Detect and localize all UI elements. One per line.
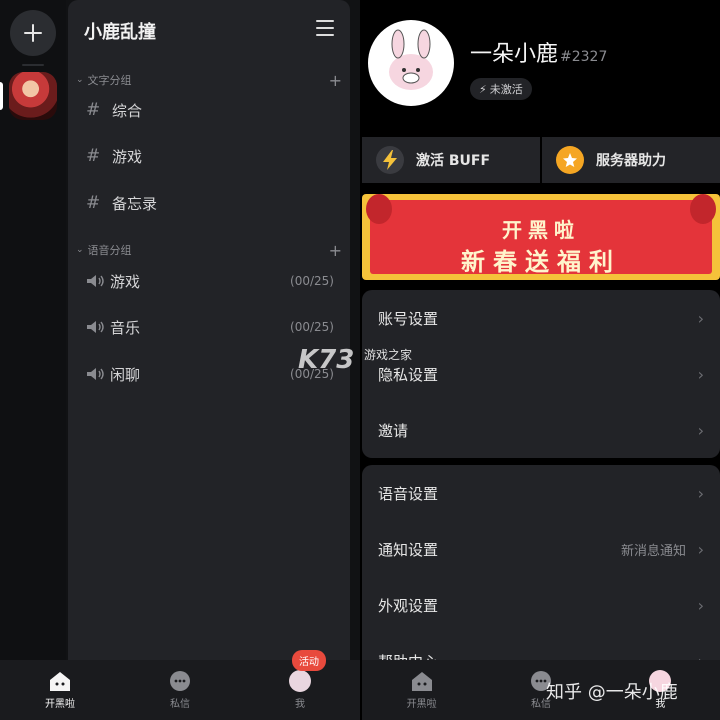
chevron-down-icon: ⌄	[76, 75, 84, 85]
active-server-indicator	[0, 82, 3, 110]
chevron-right-icon: ›	[697, 595, 704, 615]
hash-icon: #	[86, 146, 101, 166]
row-label: 通知设置	[378, 540, 439, 559]
activity-badge[interactable]: 活动	[292, 650, 326, 671]
nav-dm[interactable]: 私信	[120, 660, 240, 720]
settings-card-2: 语音设置 › 通知设置 新消息通知 › 外观设置 › 帮助中心 ›	[362, 465, 720, 660]
status-text: 未激活	[489, 83, 523, 96]
action-row: 激活 BUFF 服务器助力	[362, 137, 720, 183]
screenshot-root: 小鹿乱撞 ⌄ 文字分组 + # 综合 # 游戏 # 备忘录 ⌄ 语音分组 + 游…	[0, 0, 720, 720]
row-value: 新消息通知	[620, 543, 686, 559]
voice-channel-item[interactable]: 音乐 (00/25)	[86, 312, 336, 342]
server-rail	[0, 0, 66, 660]
profile-view: 一朵小鹿 #2327 ⚡ 未激活 激活 BUFF 服务器助力 开黑啦 新春送福利…	[362, 0, 720, 720]
bottom-nav: 开黑啦 私信 活动 我	[0, 650, 360, 720]
activate-buff-button[interactable]: 激活 BUFF	[362, 137, 540, 183]
status-badge[interactable]: ⚡ 未激活	[470, 78, 532, 100]
channel-label: 音乐	[110, 318, 141, 337]
activate-buff-label: 激活 BUFF	[416, 153, 491, 169]
nav-me-label: 我	[295, 699, 305, 710]
banner-title: 开黑啦	[502, 218, 580, 242]
nav-home[interactable]: 开黑啦	[362, 660, 481, 720]
channel-list-pane: 小鹿乱撞 ⌄ 文字分组 + # 综合 # 游戏 # 备忘录 ⌄ 语音分组 + 游…	[68, 0, 350, 660]
add-server-button[interactable]	[10, 10, 56, 56]
channel-item[interactable]: # 游戏	[86, 141, 336, 171]
username-text: 一朵小鹿	[470, 42, 559, 67]
channel-label: 备忘录	[112, 194, 158, 213]
voice-channel-item[interactable]: 游戏 (00/25)	[86, 266, 336, 296]
row-label: 帮助中心	[378, 651, 438, 661]
voice-settings-row[interactable]: 语音设置 ›	[362, 465, 720, 521]
profile-avatar[interactable]	[368, 20, 454, 106]
zhihu-watermark: 知乎 @一朵小鹿	[546, 682, 678, 703]
add-channel-icon[interactable]: +	[329, 71, 342, 90]
hash-icon: #	[86, 193, 101, 213]
channel-label: 闲聊	[110, 365, 141, 384]
banner-inner: 开黑啦 新春送福利	[366, 194, 716, 276]
nav-home[interactable]: 开黑啦	[0, 660, 120, 720]
row-label: 外观设置	[378, 596, 439, 615]
voice-group-header[interactable]: ⌄ 语音分组 +	[76, 241, 342, 260]
nav-dm-label: 私信	[170, 699, 190, 710]
row-label: 隐私设置	[378, 365, 439, 384]
nav-home-label: 开黑啦	[45, 699, 75, 710]
row-label: 邀请	[378, 421, 409, 440]
nav-me[interactable]: 活动 我	[240, 650, 360, 720]
k73-watermark: K73	[298, 345, 355, 375]
hash-icon: #	[86, 100, 101, 120]
text-group-label: 文字分组	[87, 74, 132, 87]
invite-row[interactable]: 邀请 ›	[362, 402, 720, 458]
chevron-right-icon: ›	[697, 483, 704, 503]
text-group-header[interactable]: ⌄ 文字分组 +	[76, 71, 342, 90]
chat-bubble-icon	[168, 670, 192, 692]
rail-divider	[22, 64, 44, 66]
chevron-right-icon: ›	[697, 308, 704, 328]
add-channel-icon[interactable]: +	[329, 241, 342, 260]
server-boost-button[interactable]: 服务器助力	[542, 137, 720, 183]
k73-watermark-subtitle: 游戏之家	[364, 348, 413, 362]
server-title[interactable]: 小鹿乱撞	[84, 18, 156, 44]
speaker-icon	[87, 368, 104, 380]
speaker-icon	[87, 275, 104, 287]
chevron-right-icon: ›	[698, 652, 704, 661]
privacy-settings-row[interactable]: 隐私设置 ›	[362, 346, 720, 402]
bolt-icon: ⚡	[479, 82, 487, 96]
menu-icon[interactable]	[316, 20, 334, 36]
chevron-right-icon: ›	[697, 364, 704, 384]
server-avatar[interactable]	[9, 72, 57, 120]
home-icon	[410, 670, 434, 692]
lightning-icon	[376, 146, 404, 174]
settings-card-1: 账号设置 › 隐私设置 › 邀请 ›	[362, 290, 720, 458]
channel-label: 综合	[112, 101, 143, 120]
channel-item[interactable]: # 综合	[86, 95, 336, 125]
notification-settings-row[interactable]: 通知设置 新消息通知 ›	[362, 521, 720, 577]
home-icon	[48, 670, 72, 692]
row-label: 语音设置	[378, 484, 439, 503]
nav-home-label: 开黑啦	[406, 699, 437, 710]
row-label: 账号设置	[378, 309, 439, 328]
chevron-right-icon: ›	[697, 539, 704, 559]
channel-label: 游戏	[110, 272, 141, 291]
server-boost-label: 服务器助力	[596, 153, 666, 169]
user-avatar	[289, 670, 311, 692]
channel-label: 游戏	[112, 147, 143, 166]
plus-icon	[24, 24, 42, 42]
appearance-settings-row[interactable]: 外观设置 ›	[362, 577, 720, 633]
voice-group-label: 语音分组	[87, 244, 132, 257]
channel-item[interactable]: # 备忘录	[86, 188, 336, 218]
chevron-right-icon: ›	[697, 420, 704, 440]
username: 一朵小鹿 #2327	[470, 36, 607, 68]
member-count: (00/25)	[290, 320, 334, 334]
help-center-row[interactable]: 帮助中心 ›	[362, 633, 720, 661]
speaker-icon	[87, 321, 104, 333]
account-settings-row[interactable]: 账号设置 ›	[362, 290, 720, 346]
user-tag: #2327	[560, 49, 608, 65]
medal-icon	[556, 146, 584, 174]
promo-banner[interactable]: 开黑啦 新春送福利	[362, 194, 720, 280]
member-count: (00/25)	[290, 274, 334, 288]
banner-subtitle: 新春送福利	[461, 248, 621, 276]
chevron-down-icon: ⌄	[76, 245, 84, 255]
